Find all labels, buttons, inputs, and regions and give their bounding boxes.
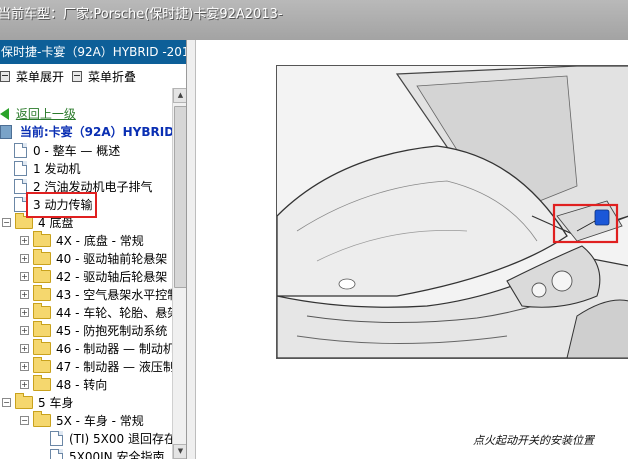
document-icon [14, 143, 27, 158]
current-vehicle-row: 当前:卡宴（92A）HYBRID-2013 [0, 122, 172, 140]
tree-item-label: 0 - 整车 — 概述 [33, 143, 121, 158]
expand-toggle-icon[interactable]: + [20, 344, 29, 353]
expand-toggle-icon[interactable]: − [2, 218, 11, 227]
menu-collapse-icon [72, 71, 82, 82]
expand-toggle-icon[interactable]: + [20, 236, 29, 245]
tree-folder-label: 40 - 驱动轴前轮悬架 [56, 251, 168, 266]
tree-folder[interactable]: +4X - 底盘 - 常规 [20, 231, 144, 249]
folder-icon [33, 285, 51, 301]
folder-icon [33, 411, 51, 427]
back-arrow-icon [0, 107, 9, 120]
tree-folder[interactable]: +43 - 空气悬架水平控制 [20, 285, 172, 303]
tree-folder-label: 5X - 车身 - 常规 [56, 413, 144, 428]
tree-item[interactable]: 1 发动机 [14, 159, 80, 177]
tree-folder[interactable]: +44 - 车轮、轮胎、悬架 [20, 303, 172, 321]
tree-folder-label: 45 - 防抱死制动系统（A [56, 323, 172, 338]
tree-folder-label: 42 - 驱动轴后轮悬架 [56, 269, 168, 284]
expand-toggle-icon[interactable]: + [20, 290, 29, 299]
tree-folder[interactable]: +45 - 防抱死制动系统（A [20, 321, 172, 339]
menu-toolbar: 菜单展开 菜单折叠 [0, 64, 186, 88]
expand-toggle-icon[interactable]: + [20, 308, 29, 317]
scroll-down-button[interactable]: ▼ [173, 444, 186, 459]
tree-item[interactable]: 5X00IN 安全指南 [50, 447, 164, 459]
expand-toggle-icon[interactable]: + [20, 326, 29, 335]
expand-toggle-icon[interactable]: − [2, 398, 11, 407]
tree-folder-label: 4X - 底盘 - 常规 [56, 233, 144, 248]
tree-item[interactable]: (TI) 5X00 退回存在 [50, 429, 172, 447]
tree-folder-label: 44 - 车轮、轮胎、悬架 [56, 305, 172, 320]
panel-header: 保时捷-卡宴（92A）HYBRID -2013 [0, 40, 186, 64]
document-icon [50, 431, 63, 446]
tree-folder-label: 47 - 制动器 — 液压制动 [56, 359, 172, 374]
content-pane: 点火起动开关的安装位置 [196, 40, 628, 459]
tree-view: 返回上一级 当前:卡宴（92A）HYBRID-2013 0 - 整车 — 概述 … [0, 98, 172, 459]
menu-expand-button[interactable]: 菜单展开 [0, 68, 64, 85]
folder-icon [33, 357, 51, 373]
tree-scrollbar[interactable]: ▲ ▼ [172, 88, 186, 459]
tree-folder[interactable]: − 5X - 车身 - 常规 [20, 411, 144, 429]
image-caption: 点火起动开关的安装位置 [473, 434, 594, 447]
tree-item-label: 5X00IN 安全指南 [69, 449, 165, 459]
tree-folder[interactable]: − 5 车身 [2, 393, 73, 411]
window-title: 当前车型：厂家:Porsche(保时捷)卡宴92A2013- [0, 7, 283, 22]
menu-collapse-label: 菜单折叠 [88, 70, 137, 84]
tree-folder-label: 48 - 转向 [56, 377, 108, 392]
expand-toggle-icon[interactable]: + [20, 362, 29, 371]
folder-icon [33, 231, 51, 247]
title-bar: 当前车型：厂家:Porsche(保时捷)卡宴92A2013- [0, 0, 628, 41]
expand-toggle-icon[interactable]: + [20, 254, 29, 263]
document-icon [50, 449, 63, 459]
document-icon [14, 161, 27, 176]
folder-icon [33, 267, 51, 283]
tree-folder-label: 46 - 制动器 — 制动机 [56, 341, 172, 356]
scroll-up-button[interactable]: ▲ [173, 88, 186, 103]
tree-folder[interactable]: +40 - 驱动轴前轮悬架 [20, 249, 167, 267]
tree-folder-label: 43 - 空气悬架水平控制 [56, 287, 172, 302]
tree-folder[interactable]: +46 - 制动器 — 制动机 [20, 339, 172, 357]
tree-folder-label: 5 车身 [38, 395, 74, 410]
back-link[interactable]: 返回上一级 [16, 105, 76, 123]
folder-icon [33, 249, 51, 265]
menu-collapse-button[interactable]: 菜单折叠 [72, 68, 136, 85]
expand-toggle-icon[interactable]: − [20, 416, 29, 425]
diagram-image [276, 65, 628, 359]
back-link-row[interactable]: 返回上一级 [0, 104, 76, 122]
folder-icon [15, 393, 33, 409]
tree-folder[interactable]: +42 - 驱动轴后轮悬架 [20, 267, 167, 285]
folder-icon [33, 321, 51, 337]
car-illustration [277, 66, 628, 358]
tree-folder[interactable]: +47 - 制动器 — 液压制动 [20, 357, 172, 375]
current-vehicle: 当前:卡宴（92A）HYBRID-2013 [19, 124, 172, 139]
expand-toggle-icon[interactable]: + [20, 380, 29, 389]
folder-icon [33, 303, 51, 319]
menu-expand-icon [0, 71, 10, 82]
menu-expand-label: 菜单展开 [16, 70, 65, 84]
folder-icon [33, 375, 51, 391]
selection-highlight-box [26, 192, 97, 218]
folder-icon [33, 339, 51, 355]
panel-header-title: 保时捷-卡宴（92A）HYBRID -2013 [1, 45, 186, 59]
tree-item[interactable]: 0 - 整车 — 概述 [14, 141, 120, 159]
scroll-thumb[interactable] [174, 106, 186, 288]
tree-folder[interactable]: +48 - 转向 [20, 375, 107, 393]
tree-item-label: (TI) 5X00 退回存在 [69, 431, 172, 446]
vehicle-icon [0, 124, 12, 139]
tree-item-label: 1 发动机 [33, 161, 81, 176]
expand-toggle-icon[interactable]: + [20, 272, 29, 281]
navigation-panel: 保时捷-卡宴（92A）HYBRID -2013 菜单展开 菜单折叠 返回上一级 … [0, 40, 187, 459]
splitter[interactable] [187, 40, 196, 459]
